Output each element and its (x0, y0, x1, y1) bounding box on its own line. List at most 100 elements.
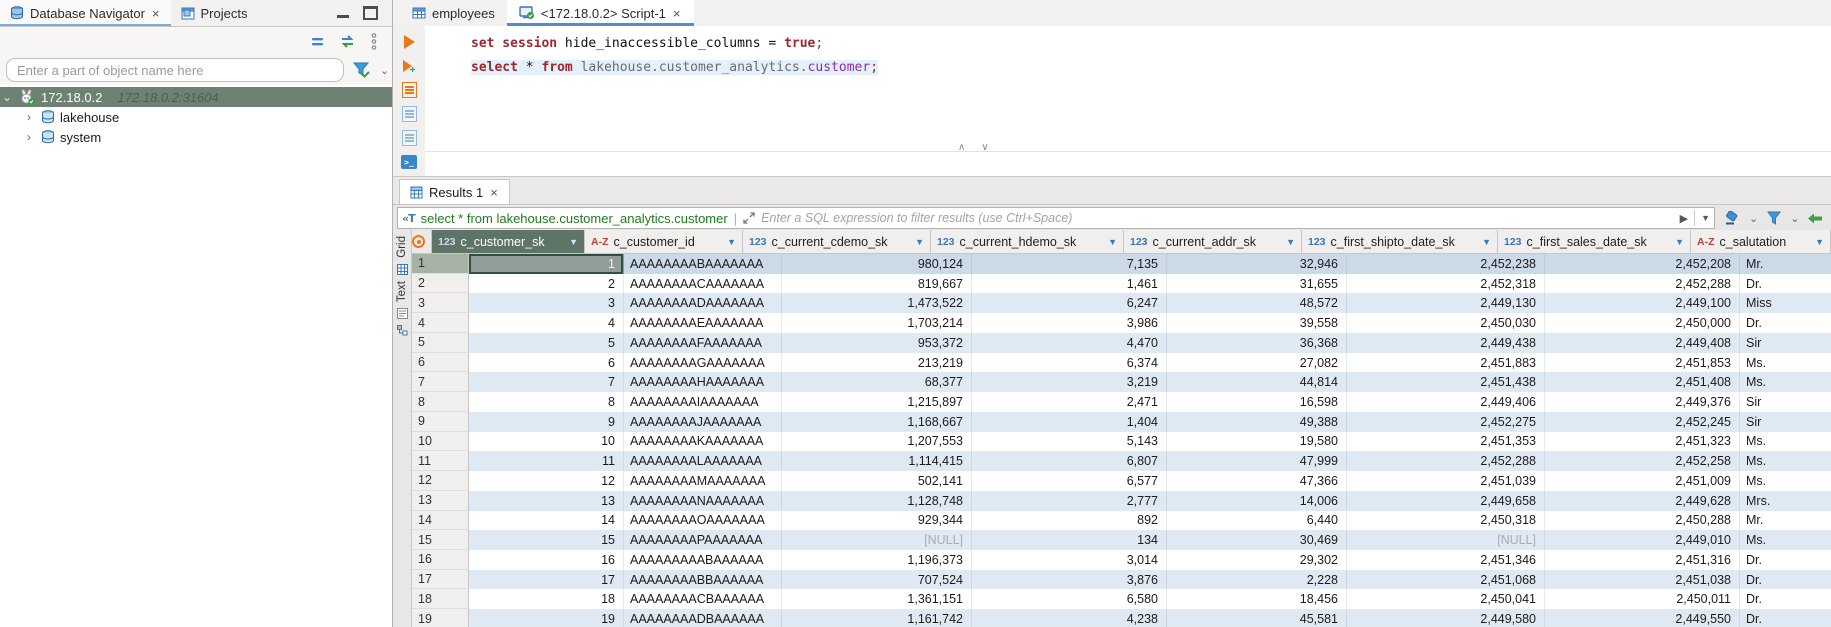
grid-cell[interactable]: 2,449,406 (1347, 392, 1545, 412)
grid-cell[interactable]: 953,372 (782, 333, 972, 353)
grid-cell[interactable]: [NULL] (1347, 530, 1545, 550)
grid-cell[interactable]: 16 (469, 550, 624, 570)
close-icon[interactable]: × (672, 7, 682, 20)
grid-cell[interactable]: 18 (469, 589, 624, 609)
tree-expanded-icon[interactable]: ⌄ (0, 90, 14, 104)
tree-item-system[interactable]: › system (0, 127, 392, 147)
grid-cell[interactable]: 2,449,438 (1347, 333, 1545, 353)
grid-cell[interactable]: 980,124 (782, 254, 972, 274)
grid-cell[interactable]: Ms. (1740, 451, 1831, 471)
grid-cell[interactable]: 31,655 (1167, 274, 1347, 294)
grid-cell[interactable]: 6 (469, 353, 624, 373)
grid-cell[interactable]: Ms. (1740, 372, 1831, 392)
grid-cell[interactable]: 44,814 (1167, 372, 1347, 392)
grid-cell[interactable]: Dr. (1740, 570, 1831, 590)
grid-cell[interactable]: 16,598 (1167, 392, 1347, 412)
grid-column-header[interactable]: 123c_current_addr_sk▼ (1124, 230, 1302, 253)
row-number[interactable]: 1 (412, 254, 469, 274)
grid-cell[interactable]: 819,667 (782, 274, 972, 294)
grid-cell[interactable]: 2,228 (1167, 570, 1347, 590)
grid-cell[interactable]: 2,451,353 (1347, 432, 1545, 452)
sort-dropdown-icon[interactable]: ▼ (1675, 237, 1684, 247)
row-number[interactable]: 14 (412, 511, 469, 531)
grid-column-header[interactable]: 123c_customer_sk▼ (432, 230, 585, 253)
grid-cell[interactable]: 213,219 (782, 353, 972, 373)
grid-cell[interactable]: AAAAAAAAJAAAAAAA (624, 412, 782, 432)
grid-cell[interactable]: 3,014 (972, 550, 1167, 570)
grid-cell[interactable]: 2,449,376 (1545, 392, 1740, 412)
grid-cell[interactable]: 19 (469, 609, 624, 627)
grid-cell[interactable]: 29,302 (1167, 550, 1347, 570)
grid-cell[interactable]: Miss (1740, 293, 1831, 313)
grid-cell[interactable]: 2,451,346 (1347, 550, 1545, 570)
grid-cell[interactable]: 6,577 (972, 471, 1167, 491)
grid-cell[interactable]: 17 (469, 570, 624, 590)
results-filter-funnel-icon[interactable] (1766, 211, 1782, 225)
grid-column-header[interactable]: 123c_first_shipto_date_sk▼ (1302, 230, 1498, 253)
sort-dropdown-icon[interactable]: ▼ (1482, 237, 1491, 247)
grid-cell[interactable]: 11 (469, 451, 624, 471)
grid-cell[interactable]: 2,452,208 (1545, 254, 1740, 274)
row-number[interactable]: 4 (412, 313, 469, 333)
grid-cell[interactable]: 8 (469, 392, 624, 412)
eraser-icon[interactable] (1723, 211, 1741, 225)
grid-cell[interactable]: AAAAAAAAIAAAAAAA (624, 392, 782, 412)
row-number[interactable]: 8 (412, 392, 469, 412)
row-number[interactable]: 6 (412, 353, 469, 373)
grid-cell[interactable]: Ms. (1740, 353, 1831, 373)
grid-cell[interactable]: 10 (469, 432, 624, 452)
row-number[interactable]: 5 (412, 333, 469, 353)
grid-cell[interactable]: 1,361,151 (782, 589, 972, 609)
sort-dropdown-icon[interactable]: ▼ (1286, 237, 1295, 247)
grid-cell[interactable]: AAAAAAAADBAAAAAA (624, 609, 782, 627)
results-grid[interactable]: 123c_customer_sk▼A-Zc_customer_id▼ 123c_c… (412, 230, 1831, 627)
sort-dropdown-icon[interactable]: ▼ (1815, 237, 1824, 247)
grid-cell[interactable]: Dr. (1740, 313, 1831, 333)
panel-back-icon[interactable] (1807, 212, 1823, 225)
grid-cell[interactable]: 6,440 (1167, 511, 1347, 531)
grid-cell[interactable]: 4,238 (972, 609, 1167, 627)
grid-cell[interactable]: 2,450,011 (1545, 589, 1740, 609)
struct-presentation-icon[interactable] (397, 325, 408, 336)
grid-column-header[interactable]: A-Zc_customer_id▼ (585, 230, 743, 253)
grid-cell[interactable]: 1,703,214 (782, 313, 972, 333)
grid-corner-cell[interactable] (412, 230, 432, 253)
grid-cell[interactable]: 39,558 (1167, 313, 1347, 333)
grid-cell[interactable]: 1,404 (972, 412, 1167, 432)
presentation-tab-grid[interactable]: Grid (396, 236, 408, 258)
grid-cell[interactable]: 15 (469, 530, 624, 550)
row-number[interactable]: 7 (412, 372, 469, 392)
grid-cell[interactable]: Dr. (1740, 274, 1831, 294)
apply-filter-icon[interactable]: ▶ (1680, 212, 1688, 225)
grid-cell[interactable]: Mr. (1740, 511, 1831, 531)
grid-cell[interactable]: Dr. (1740, 609, 1831, 627)
grid-cell[interactable]: AAAAAAAAFAAAAAAA (624, 333, 782, 353)
collapse-all-icon[interactable] (310, 35, 325, 48)
grid-cell[interactable]: 4,470 (972, 333, 1167, 353)
grid-cell[interactable]: 1,128,748 (782, 491, 972, 511)
execute-statement-button[interactable] (400, 34, 418, 50)
tab-script-1[interactable]: <172.18.0.2> Script-1 × (507, 0, 694, 26)
grid-cell[interactable]: 9 (469, 412, 624, 432)
grid-cell[interactable]: 2,452,318 (1347, 274, 1545, 294)
splitter-sash[interactable]: ∧ ∨ (958, 142, 989, 153)
grid-cell[interactable]: 892 (972, 511, 1167, 531)
grid-cell[interactable]: AAAAAAAAGAAAAAAA (624, 353, 782, 373)
grid-cell[interactable]: 502,141 (782, 471, 972, 491)
grid-cell[interactable]: 2,452,275 (1347, 412, 1545, 432)
grid-cell[interactable]: 2,451,316 (1545, 550, 1740, 570)
expand-filter-icon[interactable] (743, 212, 755, 224)
grid-column-header[interactable]: 123c_current_hdemo_sk▼ (931, 230, 1124, 253)
row-number[interactable]: 17 (412, 570, 469, 590)
grid-cell[interactable]: Sir (1740, 392, 1831, 412)
grid-cell[interactable]: 5 (469, 333, 624, 353)
grid-cell[interactable]: AAAAAAAAEAAAAAAA (624, 313, 782, 333)
grid-cell[interactable]: 134 (972, 530, 1167, 550)
grid-cell[interactable]: 3,219 (972, 372, 1167, 392)
grid-cell[interactable]: Ms. (1740, 471, 1831, 491)
grid-cell[interactable]: Ms. (1740, 530, 1831, 550)
grid-cell[interactable]: 2,451,408 (1545, 372, 1740, 392)
grid-cell[interactable]: 2,452,238 (1347, 254, 1545, 274)
filter-funnel-icon[interactable] (352, 61, 372, 79)
grid-cell[interactable]: 1,196,373 (782, 550, 972, 570)
